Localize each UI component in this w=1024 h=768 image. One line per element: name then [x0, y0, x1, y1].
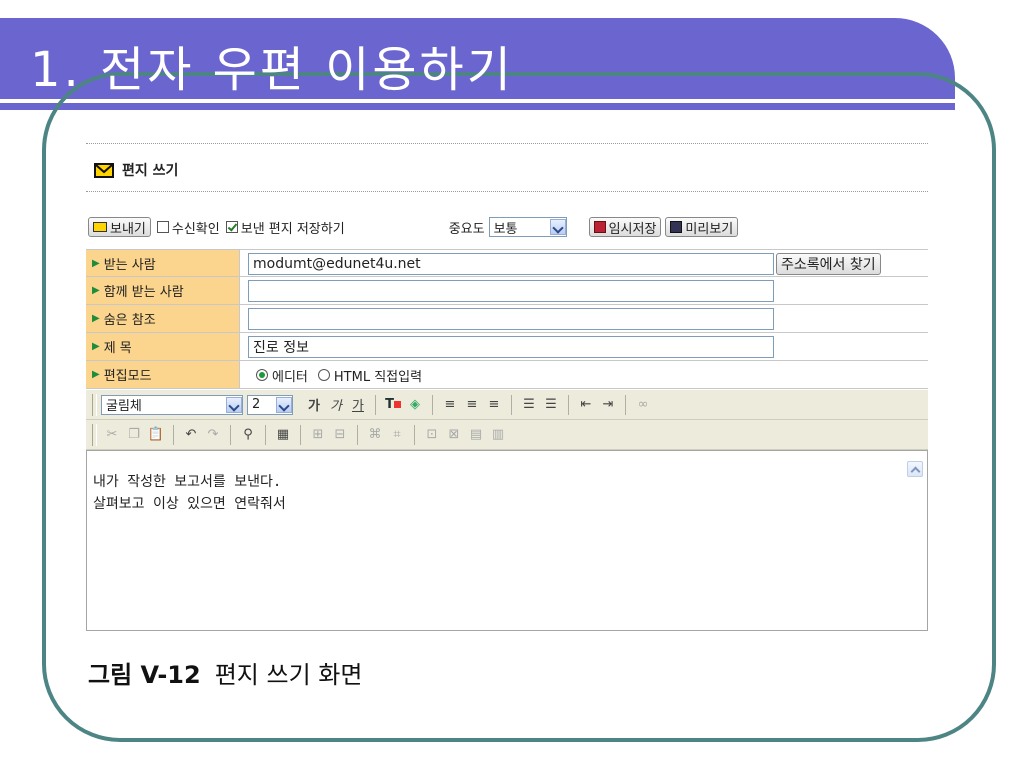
bcc-row: ▶ 숨은 참조 [86, 305, 928, 333]
numbered-list-icon[interactable]: ☰ [518, 394, 540, 416]
to-label: ▶ 받는 사람 [86, 250, 240, 276]
bullet-list-icon[interactable]: ☰ [540, 394, 562, 416]
compose-screenshot: 편지 쓰기 보내기 수신확인 보낸 편지 저장하기 중요도 보통 임시저장 미리… [86, 143, 928, 631]
toolbar-grip [92, 423, 97, 446]
priority-label: 중요도 [448, 221, 485, 237]
redo-icon[interactable]: ↷ [202, 424, 224, 446]
dotted-divider [86, 191, 928, 192]
to-input[interactable]: modumt@edunet4u.net [248, 253, 774, 275]
subject-row: ▶ 제 목 진로 정보 [86, 333, 928, 361]
compose-toolbar: 보내기 수신확인 보낸 편지 저장하기 중요도 보통 임시저장 미리보기 [88, 215, 928, 239]
insert-row-icon[interactable]: ⊟ [329, 424, 351, 446]
bcc-label: ▶ 숨은 참조 [86, 305, 240, 332]
mode-editor-radio[interactable] [256, 369, 268, 381]
font-select[interactable]: 굴림체 [101, 394, 243, 415]
cut-icon[interactable]: ✂ [101, 424, 123, 446]
message-editor[interactable]: 내가 작성한 보고서를 보낸다. 살펴보고 이상 있으면 연락줘서 [86, 450, 928, 631]
table-icon[interactable]: ▦ [272, 424, 294, 446]
insert-column-icon[interactable]: ⊞ [307, 424, 329, 446]
arrow-icon: ▶ [92, 285, 100, 296]
to-row: ▶ 받는 사람 modumt@edunet4u.net 주소록에서 찾기 [86, 249, 928, 277]
mode-options: 에디터 HTML 직접입력 [256, 361, 422, 389]
cell-props-icon[interactable]: ▤ [465, 424, 487, 446]
compose-title: 편지 쓰기 [122, 163, 179, 179]
italic-icon[interactable]: 가 [325, 394, 347, 416]
underline-icon[interactable]: 가 [347, 394, 369, 416]
read-receipt-label: 수신확인 [171, 221, 220, 237]
arrow-icon: ▶ [92, 257, 100, 269]
copy-icon[interactable]: ❐ [123, 424, 145, 446]
outdent-icon[interactable]: ⇤ [575, 394, 597, 416]
envelope-icon [94, 162, 114, 178]
find-icon[interactable]: ⚲ [237, 424, 259, 446]
bold-icon[interactable]: 가 [303, 394, 325, 416]
cc-label: ▶ 함께 받는 사람 [86, 277, 240, 304]
priority-value: 보통 [493, 221, 518, 237]
highlight-color-icon[interactable]: ◈ [404, 394, 426, 416]
link-icon[interactable]: ∞ [632, 394, 654, 416]
delete-row-icon[interactable]: ⌗ [386, 424, 408, 446]
subject-label: ▶ 제 목 [86, 333, 240, 360]
mode-row: ▶ 편집모드 에디터 HTML 직접입력 [86, 361, 928, 389]
preview-button[interactable]: 미리보기 [665, 217, 739, 237]
cc-input[interactable] [248, 280, 774, 302]
chevron-down-icon [549, 219, 566, 235]
compose-header: 편지 쓰기 [94, 160, 178, 180]
size-value: 2 [252, 397, 261, 412]
message-line: 내가 작성한 보고서를 보낸다. [93, 474, 282, 490]
indent-icon[interactable]: ⇥ [597, 394, 619, 416]
priority-select[interactable]: 보통 [488, 217, 567, 237]
caption-text: 편지 쓰기 화면 [214, 661, 363, 689]
table-props-icon[interactable]: ▥ [487, 424, 509, 446]
message-body: 내가 작성한 보고서를 보낸다. 살펴보고 이상 있으면 연락줘서 [93, 471, 286, 515]
arrow-icon: ▶ [92, 369, 100, 380]
chevron-down-icon [276, 396, 292, 413]
size-select[interactable]: 2 [247, 394, 293, 415]
temp-save-label: 임시저장 [608, 221, 657, 237]
align-left-icon[interactable]: ≡ [439, 394, 461, 416]
text-color-icon[interactable]: T [382, 394, 404, 416]
send-button[interactable]: 보내기 [88, 217, 151, 237]
mode-label: ▶ 편집모드 [86, 361, 240, 388]
align-right-icon[interactable]: ≡ [483, 394, 505, 416]
preview-icon [670, 221, 683, 233]
align-center-icon[interactable]: ≡ [461, 394, 483, 416]
merge-cells-icon[interactable]: ⊡ [421, 424, 443, 446]
scroll-up-button[interactable] [907, 461, 923, 477]
delete-column-icon[interactable]: ⌘ [364, 424, 386, 446]
mode-editor-label: 에디터 [272, 369, 308, 385]
addressbook-button[interactable]: 주소록에서 찾기 [776, 253, 881, 275]
mode-html-radio[interactable] [317, 369, 330, 381]
split-cells-icon[interactable]: ⊠ [443, 424, 465, 446]
mode-html-label: HTML 직접입력 [333, 369, 423, 385]
undo-icon[interactable]: ↶ [180, 424, 202, 446]
save-sent-checkbox[interactable] [225, 221, 238, 233]
arrow-icon: ▶ [92, 313, 100, 324]
arrow-icon: ▶ [92, 341, 100, 352]
chevron-down-icon [226, 396, 242, 413]
figure-caption: 그림 V-12 편지 쓰기 화면 [88, 655, 362, 690]
slide-title: 1. 전자 우편 이용하기 [30, 42, 514, 98]
read-receipt-checkbox[interactable] [156, 221, 169, 233]
temp-save-button[interactable]: 임시저장 [588, 217, 662, 237]
caption-label: 그림 V-12 [88, 661, 201, 689]
paste-icon[interactable]: 📋 [145, 424, 167, 446]
dotted-divider [86, 143, 928, 144]
edit-toolbar: ✂ ❐ 📋 ↶ ↷ ⚲ ▦ ⊞ ⊟ ⌘ ⌗ ⊡ ⊠ ▤ ▥ [86, 420, 928, 450]
bcc-input[interactable] [248, 308, 774, 330]
save-sent-label: 보낸 편지 저장하기 [240, 221, 345, 237]
envelope-small-icon [93, 222, 107, 232]
cc-row: ▶ 함께 받는 사람 [86, 277, 928, 305]
floppy-icon [593, 221, 606, 233]
font-value: 굴림체 [106, 399, 142, 414]
toolbar-grip [92, 393, 97, 416]
format-toolbar: 굴림체 2 가 가 가 T ◈ ≡ ≡ ≡ ☰ ☰ ⇤ ⇥ ∞ [86, 390, 928, 420]
message-line: 살펴보고 이상 있으면 연락줘서 [93, 496, 286, 512]
preview-label: 미리보기 [685, 221, 734, 237]
subject-input[interactable]: 진로 정보 [248, 336, 774, 358]
send-label: 보내기 [110, 221, 146, 237]
